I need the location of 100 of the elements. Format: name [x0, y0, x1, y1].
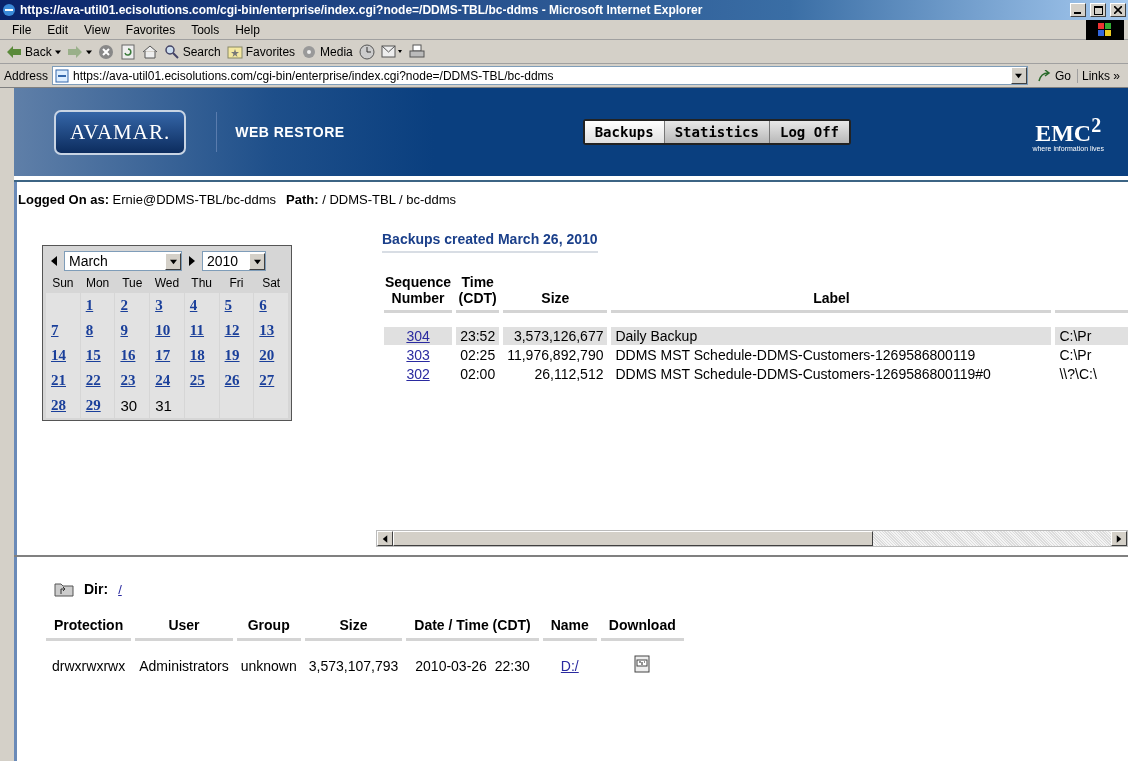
weekday-label: Sat — [261, 275, 282, 292]
table-cell: 3,573,126,677 — [503, 327, 608, 345]
app-subtitle: WEB RESTORE — [216, 112, 345, 152]
table-cell-text: DDMS MST Schedule-DDMS-Customers-1269586800119#0 — [614, 365, 992, 383]
page-icon — [55, 68, 70, 83]
minimize-button[interactable] — [1070, 3, 1086, 17]
day-link[interactable]: 2 — [120, 297, 128, 314]
windows-logo — [1086, 19, 1124, 40]
window-title: https://ava-util01.ecisolutions.com/cgi-bin/enterprise/index.cgi?node=/DDMS-TBL/bc-ddms - Microsoft Internet Explorer — [20, 3, 704, 17]
weekday-label: Fri — [228, 275, 245, 292]
column-header: Label — [611, 272, 1052, 313]
backup-link[interactable]: 302 — [406, 366, 430, 382]
mail-icon — [380, 43, 403, 60]
backup-link[interactable]: 303 — [406, 347, 430, 363]
column-header: Time (CDT) — [456, 272, 500, 313]
search-button[interactable]: Search — [163, 43, 221, 60]
search-icon — [163, 43, 180, 60]
day-link[interactable]: 1 — [85, 297, 94, 314]
history-icon — [358, 43, 375, 60]
forward-button[interactable] — [66, 44, 92, 59]
scroll-right-icon — [1116, 534, 1122, 543]
dir-label: Dir: — [84, 581, 109, 597]
table-cell-text: 02:25 — [459, 346, 497, 364]
horizontal-scrollbar[interactable] — [376, 530, 1128, 547]
day-link[interactable]: 7 — [51, 322, 59, 339]
zip-file-icon[interactable] — [633, 655, 652, 673]
table-cell-text: 11,976,892,790 — [506, 346, 605, 364]
close-icon — [1114, 6, 1122, 14]
table-cell-text: 26,112,512 — [533, 365, 605, 383]
dropdown-button[interactable] — [1010, 67, 1027, 84]
menu-item[interactable]: Help — [227, 22, 268, 37]
media-button[interactable]: Media — [301, 43, 353, 60]
column-header: Protection — [46, 615, 132, 641]
media-icon — [301, 43, 318, 60]
caret-icon — [1015, 71, 1023, 80]
table-cell-text: \\?\C:\ — [1058, 365, 1098, 383]
home-icon — [141, 43, 158, 60]
print-button[interactable] — [408, 43, 425, 60]
mail-button[interactable] — [380, 43, 403, 60]
refresh-button[interactable] — [119, 43, 136, 60]
year-select[interactable]: 2010 — [202, 251, 266, 271]
maximize-icon — [1093, 5, 1103, 15]
menu-item[interactable]: Tools — [183, 22, 228, 37]
name-link[interactable]: D:/ — [560, 657, 579, 674]
links-button[interactable]: Links » — [1081, 68, 1124, 83]
column-header: Date / Time (CDT) — [406, 615, 539, 641]
table-cell-text: drwxrwxrwx — [51, 656, 127, 676]
table-cell-text: unknown — [239, 656, 298, 676]
go-button[interactable]: Go — [1031, 68, 1078, 83]
column-header: Group — [236, 615, 301, 641]
address-label: Address — [4, 68, 49, 83]
home-button[interactable] — [141, 43, 158, 60]
menu-item[interactable]: View — [76, 22, 118, 37]
section-heading: Backups created March 26, 2010 — [382, 231, 598, 253]
maximize-button[interactable] — [1090, 3, 1106, 17]
nav-tab[interactable]: Log Off — [770, 121, 849, 143]
table-cell-text: 02:00 — [459, 365, 497, 383]
path-text: Path: / DDMS-TBL / bc-ddms — [286, 192, 457, 207]
address-field[interactable]: https://ava-util01.ecisolutions.com/cgi-bin/enterprise/index.cgi?node=/DDMS-TBL/bc-ddms — [52, 66, 1028, 85]
previous-month-icon — [50, 256, 58, 266]
weekday-label: Tue — [121, 275, 144, 292]
nav-tab[interactable]: Statistics — [664, 121, 770, 143]
weekday-label: Mon — [84, 275, 111, 292]
printer-icon — [408, 43, 425, 60]
column-header: Size — [503, 272, 608, 313]
menu-item[interactable]: File — [4, 22, 40, 37]
day-link[interactable]: 3 — [155, 297, 163, 314]
nav-tab[interactable]: Backups — [584, 121, 665, 143]
browser-icon — [2, 3, 16, 17]
day-link[interactable]: 4 — [189, 297, 198, 314]
weekday-label: Wed — [153, 275, 181, 292]
table-cell-text: 3,573,107,793 — [307, 656, 400, 676]
stop-button[interactable] — [97, 43, 114, 60]
history-button[interactable] — [358, 43, 375, 60]
weekday-label: Thu — [190, 275, 214, 292]
day-link[interactable]: 9 — [120, 322, 128, 339]
scroll-left-icon — [382, 534, 388, 543]
day-link[interactable]: 6 — [259, 297, 267, 314]
table-cell-text: 2010-03-26 22:30 — [414, 656, 531, 676]
dropdown-button[interactable] — [249, 252, 265, 270]
folder-up-icon[interactable] — [54, 581, 74, 597]
weekday-label: Sun — [51, 275, 75, 292]
back-button[interactable]: Back — [6, 44, 61, 59]
month-select[interactable]: March — [64, 251, 182, 271]
logo: AVAMAR. — [54, 109, 187, 155]
column-header: Sequence Number — [384, 272, 453, 313]
dir-path-link[interactable]: / — [118, 581, 122, 597]
favorites-button[interactable]: Favorites — [226, 43, 296, 60]
table-cell-text: Administrators — [138, 656, 230, 676]
day-link[interactable]: 8 — [85, 322, 94, 339]
menu-item[interactable]: Edit — [39, 22, 77, 37]
dropdown-button[interactable] — [165, 252, 181, 270]
column-header: Name — [542, 615, 597, 641]
star-folder-icon — [226, 43, 243, 60]
menu-item[interactable]: Favorites — [117, 22, 184, 37]
stop-icon — [97, 43, 114, 60]
close-button[interactable] — [1110, 3, 1126, 17]
table-cell-text: C:\Pr — [1058, 346, 1093, 364]
day-link[interactable]: 5 — [224, 297, 233, 314]
table-cell: C:\Pr — [1055, 327, 1128, 345]
